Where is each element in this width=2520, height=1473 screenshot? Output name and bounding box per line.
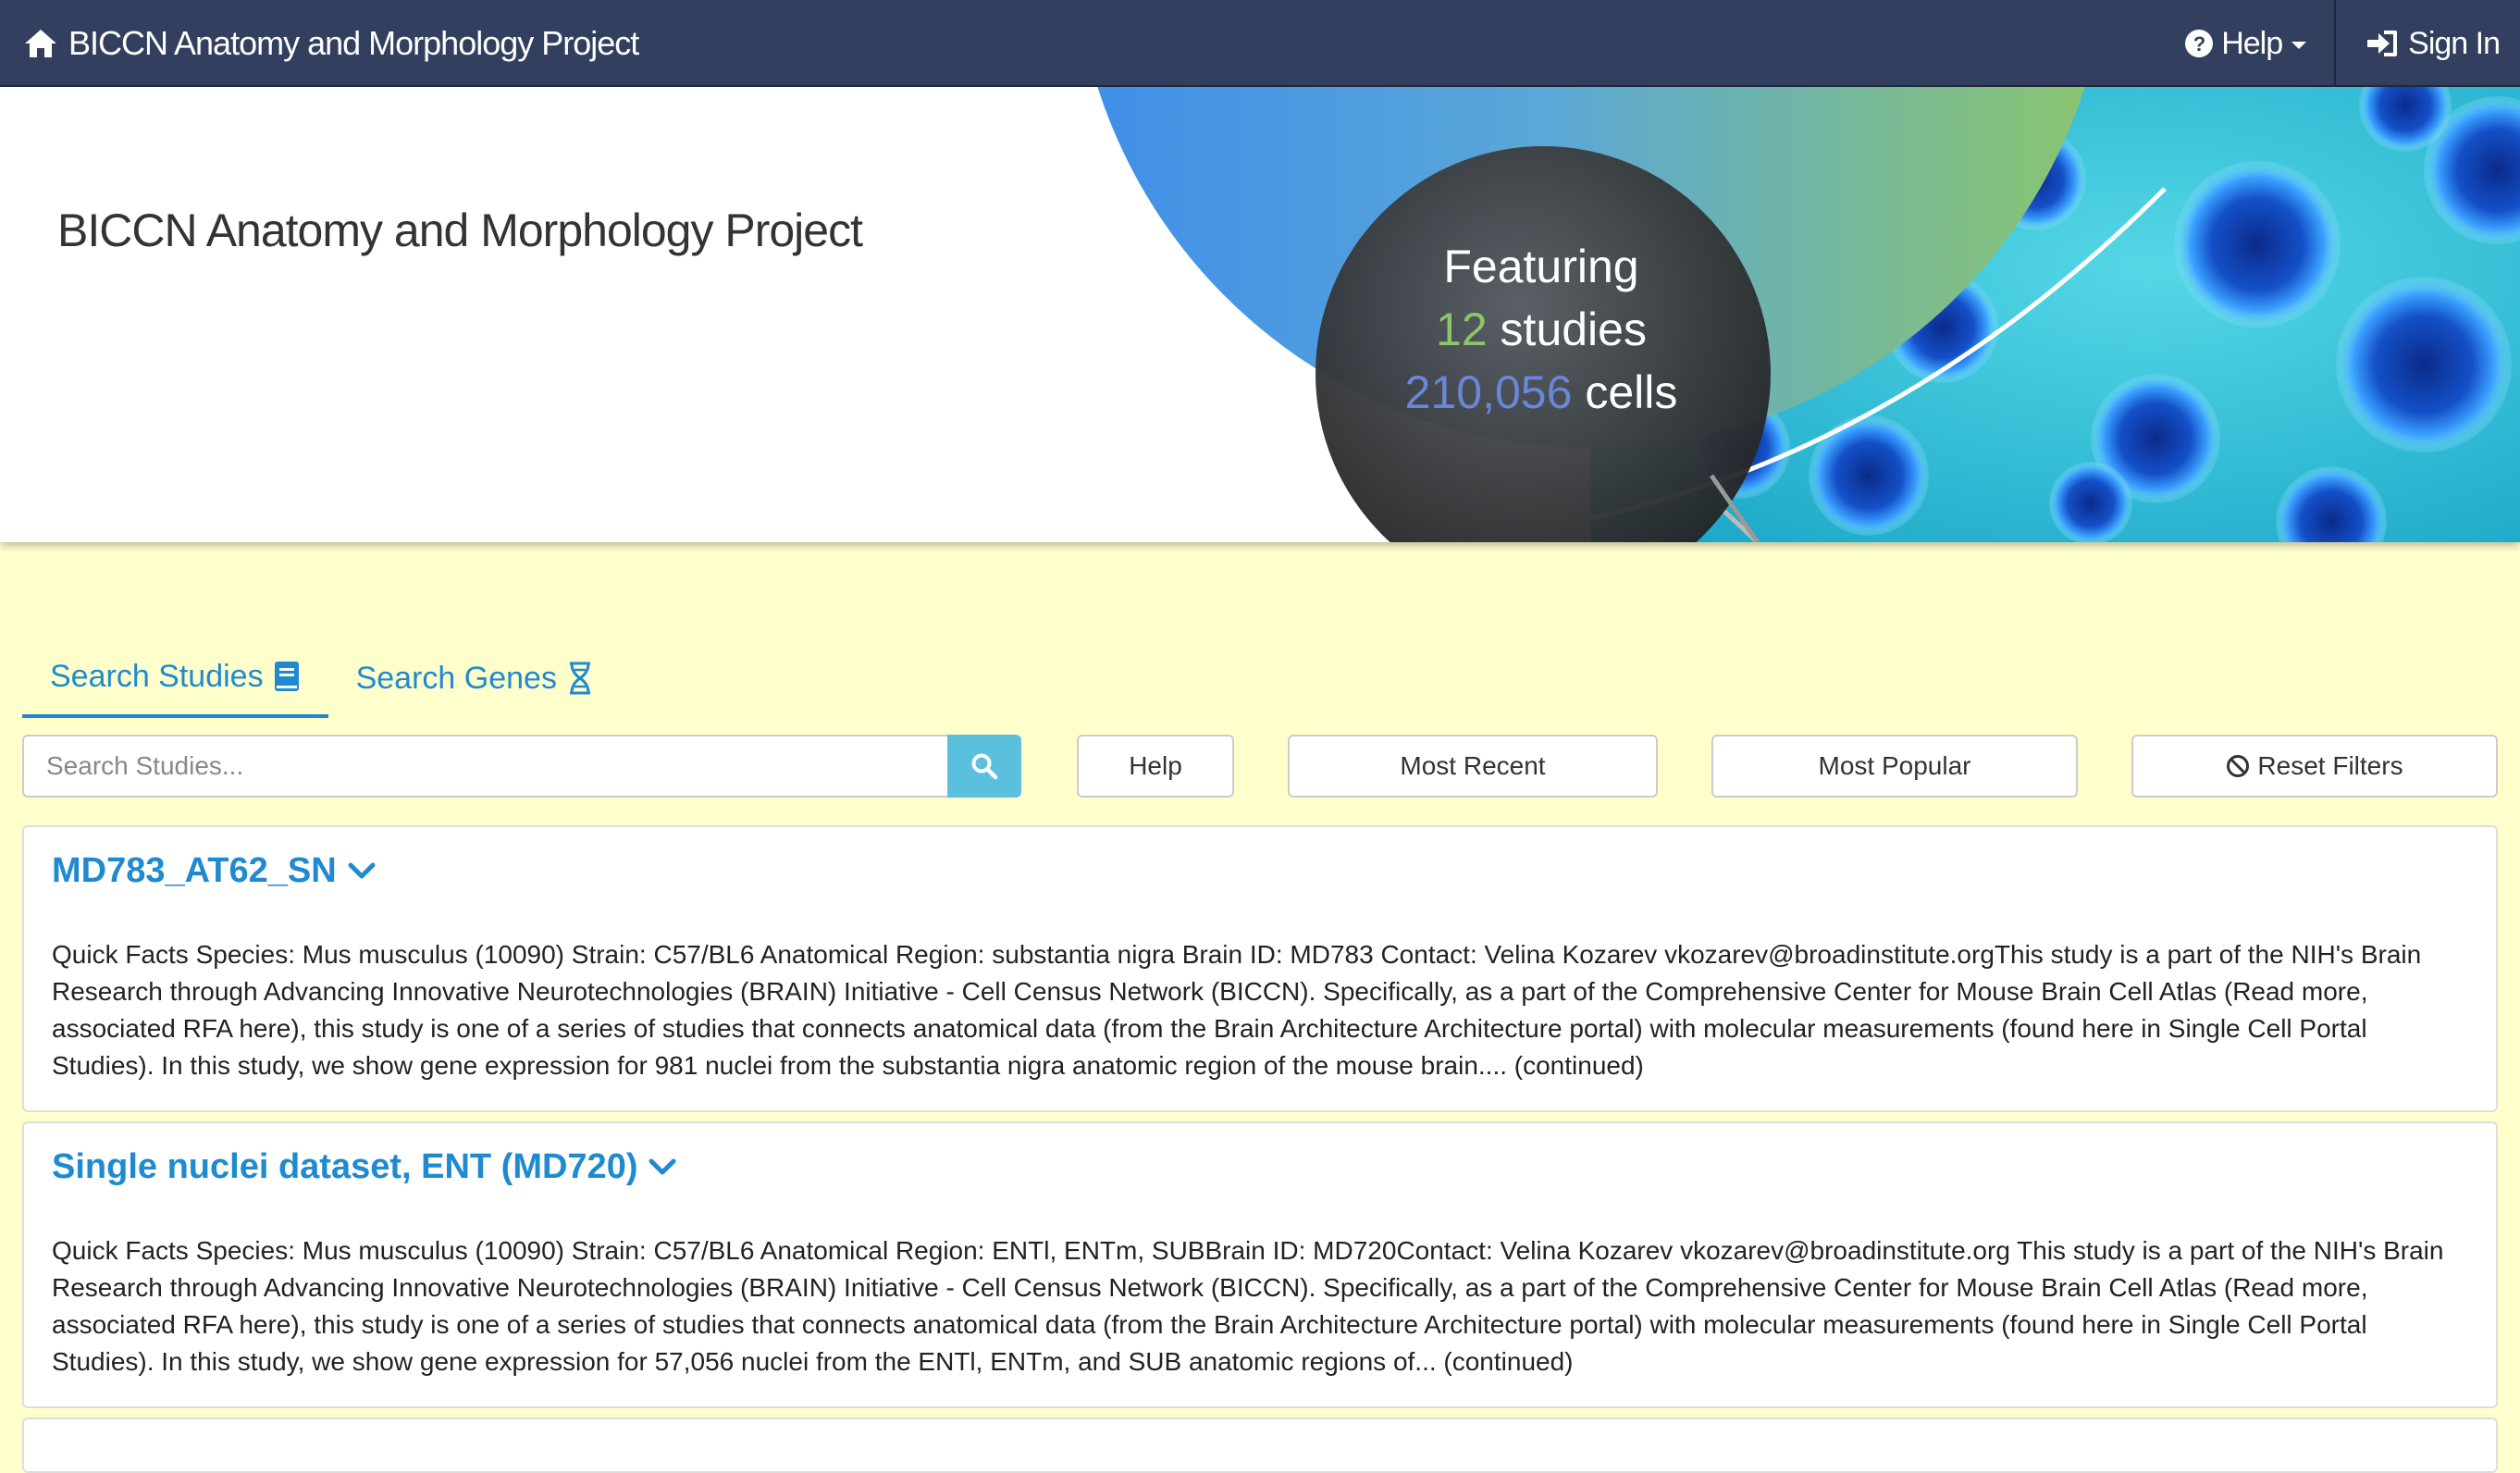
- top-navbar: BICCN Anatomy and Morphology Project ? H…: [0, 0, 2520, 87]
- study-description: Quick Facts Species: Mus musculus (10090…: [52, 1236, 2444, 1376]
- brand-link[interactable]: BICCN Anatomy and Morphology Project: [22, 0, 639, 87]
- cells-count: 210,056: [1404, 366, 1573, 418]
- book-icon: [274, 662, 299, 691]
- study-title-link[interactable]: MD783_AT62_SN: [52, 851, 376, 891]
- search-studies-input[interactable]: [22, 735, 947, 798]
- study-description: Quick Facts Species: Mus musculus (10090…: [52, 940, 2422, 1080]
- study-card: MD783_AT62_SN Quick Facts Species: Mus m…: [22, 825, 2498, 1112]
- search-icon: [971, 753, 998, 780]
- sign-in-icon: [2367, 31, 2398, 56]
- ban-icon: [2227, 755, 2250, 777]
- sign-in-link[interactable]: Sign In: [2336, 0, 2520, 87]
- search-group: [22, 735, 1021, 798]
- search-tabs: Search Studies Search Genes: [22, 638, 622, 718]
- study-title: MD783_AT62_SN: [52, 851, 337, 890]
- dna-icon: [569, 662, 590, 695]
- tab-search-studies-label: Search Studies: [50, 658, 264, 694]
- reset-filters-label: Reset Filters: [2257, 751, 2403, 780]
- search-button[interactable]: [947, 735, 1021, 798]
- most-recent-button[interactable]: Most Recent: [1288, 735, 1658, 798]
- studies-label: studies: [1500, 303, 1647, 355]
- tab-search-genes[interactable]: Search Genes: [328, 638, 622, 718]
- search-toolbar: Help Most Recent Most Popular Reset Filt…: [22, 735, 2498, 798]
- help-button[interactable]: Help: [1077, 735, 1234, 798]
- studies-count: 12: [1436, 303, 1488, 355]
- most-popular-button[interactable]: Most Popular: [1711, 735, 2078, 798]
- chevron-down-icon[interactable]: [649, 1157, 676, 1178]
- help-menu-toggle[interactable]: ? Help: [2184, 0, 2334, 87]
- help-menu-label: Help: [2221, 25, 2283, 61]
- brand-title: BICCN Anatomy and Morphology Project: [68, 24, 639, 62]
- featured-stats: Featuring 12 studies 210,056 cells: [1319, 235, 1763, 424]
- study-title: Single nuclei dataset, ENT (MD720): [52, 1147, 638, 1186]
- study-card: Single nuclei dataset, ENT (MD720) Quick…: [22, 1121, 2498, 1408]
- featuring-label: Featuring: [1443, 241, 1639, 292]
- hero-title: BICCN Anatomy and Morphology Project: [57, 204, 863, 256]
- hero-cells-illustration: [1097, 87, 2520, 542]
- reset-filters-button[interactable]: Reset Filters: [2131, 735, 2498, 798]
- studies-stat: 12 studies: [1319, 298, 1763, 361]
- question-circle-icon: ?: [2185, 30, 2214, 57]
- caret-down-icon: [2291, 42, 2307, 49]
- svg-text:?: ?: [2193, 32, 2205, 56]
- cells-label: cells: [1585, 366, 1678, 418]
- study-title-link[interactable]: Single nuclei dataset, ENT (MD720): [52, 1147, 676, 1187]
- tab-search-genes-label: Search Genes: [355, 660, 557, 696]
- tab-search-studies[interactable]: Search Studies: [22, 638, 328, 718]
- sign-in-label: Sign In: [2408, 25, 2501, 61]
- chevron-down-icon[interactable]: [348, 861, 376, 882]
- home-icon: [25, 30, 56, 57]
- hero-banner: BICCN Anatomy and Morphology Project Fea…: [0, 87, 2520, 542]
- study-card: [22, 1417, 2498, 1473]
- cells-stat: 210,056 cells: [1319, 361, 1763, 424]
